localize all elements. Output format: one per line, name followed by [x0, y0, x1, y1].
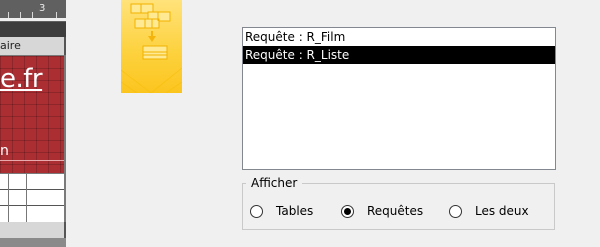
- background-document-window: 3 aire e.fr n: [0, 0, 66, 247]
- list-item-r-liste[interactable]: Requête : R_Liste: [243, 46, 555, 64]
- radio-les-deux-circle[interactable]: [449, 204, 462, 218]
- radio-tables-circle[interactable]: [250, 204, 263, 218]
- radio-les-deux[interactable]: Les deux: [449, 203, 529, 219]
- radio-requetes[interactable]: Requêtes: [341, 203, 423, 219]
- detail-grid: [0, 174, 64, 222]
- small-text: n: [0, 143, 9, 159]
- query-list-box[interactable]: Requête : R_Film Requête : R_Liste: [242, 27, 556, 170]
- ruler-number: 3: [39, 3, 46, 14]
- ruler-band: [0, 22, 66, 37]
- radio-requetes-circle[interactable]: [341, 204, 354, 218]
- site-text: e.fr: [0, 64, 43, 94]
- table-wizard-icon: [121, 3, 182, 93]
- ruler: 3: [0, 0, 66, 22]
- radio-tables[interactable]: Tables: [250, 203, 313, 219]
- red-header-area: e.fr n: [0, 56, 64, 173]
- list-item-r-film[interactable]: Requête : R_Film: [243, 28, 555, 46]
- display-group-legend: Afficher: [246, 176, 303, 190]
- section-header-label: aire: [0, 37, 66, 55]
- radio-les-deux-label: Les deux: [475, 204, 529, 218]
- wizard-illustration: [121, 0, 182, 93]
- radio-requetes-label: Requêtes: [367, 204, 424, 218]
- section-footer-bar: [0, 222, 66, 238]
- radio-tables-label: Tables: [276, 204, 314, 218]
